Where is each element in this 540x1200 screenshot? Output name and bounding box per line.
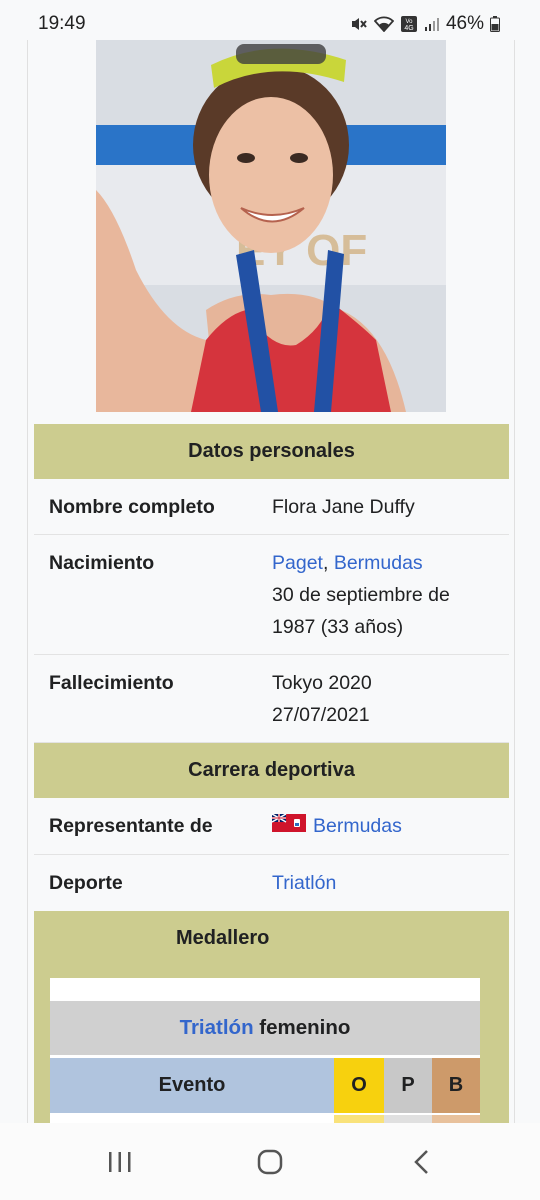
recents-icon[interactable] [100,1147,140,1177]
medal-category-suffix: femenino [253,1016,351,1039]
row-label: Deporte [49,872,123,894]
row-represents: Representante de Bermudas [34,798,509,855]
row-full-name: Nombre completo Flora Jane Duffy [34,479,509,535]
medal-category-row: Triatlón femenino [50,1001,480,1055]
separator: , [322,552,334,574]
column-header-silver: P [384,1058,432,1113]
home-icon[interactable] [250,1147,290,1177]
column-header-bronze: B [432,1058,480,1113]
infobox: Datos personales Nombre completo Flora J… [34,424,509,1123]
row-birth: Nacimiento Paget, Bermudas 30 de septiem… [34,535,509,655]
row-death: Fallecimiento Tokyo 2020 27/07/2021 [34,655,509,743]
section-header-career: Carrera deportiva [34,743,509,798]
row-value: Triatlón [272,867,509,911]
row-value: Tokyo 2020 27/07/2021 [272,667,509,742]
medal-header-row: Evento O P B [50,1058,480,1113]
battery-percent: 46% [445,13,484,34]
article-page: EY OF Datos personales Nombre completo F… [27,40,515,1123]
navigation-bar [0,1123,540,1200]
sport-link[interactable]: Triatlón [272,872,336,894]
bermuda-flag-icon [271,810,306,842]
medal-row-partial [50,1115,480,1123]
row-label: Representante de [49,815,213,837]
row-label: Nombre completo [49,496,215,518]
section-header-personal: Datos personales [34,424,509,479]
svg-text:4G: 4G [404,25,413,32]
medal-table: Triatlón femenino Evento O P B [50,978,480,1123]
status-bar: 19:49 Vo 4G 46% [0,0,540,40]
row-value: Flora Jane Duffy [272,496,415,518]
row-label: Nacimiento [49,552,155,574]
death-value-2: 27/07/2021 [272,704,370,726]
back-icon[interactable] [402,1147,442,1177]
mute-icon [350,15,368,33]
signal-icon [424,16,440,32]
column-header-gold: O [334,1058,384,1113]
network-4g-icon: Vo 4G [400,15,418,33]
birth-date: 30 de septiembre de [272,584,450,606]
medal-section: Medallero Triatlón femenino Evento O P B [34,911,509,1123]
battery-icon [490,16,500,32]
birth-country-link[interactable]: Bermudas [334,552,423,574]
birth-date-age: 1987 (33 años) [272,616,404,638]
medal-category-link[interactable]: Triatlón [180,1016,254,1040]
row-sport: Deporte Triatlón [34,855,509,911]
country-link[interactable]: Bermudas [313,810,402,842]
row-label: Fallecimiento [49,672,174,694]
status-icons: Vo 4G 46% [350,13,500,35]
athlete-photo[interactable]: EY OF [96,40,446,412]
wifi-icon [373,16,394,32]
death-value-1: Tokyo 2020 [272,672,372,694]
row-value: Paget, Bermudas 30 de septiembre de 1987… [272,547,509,654]
status-time: 19:49 [38,13,86,34]
medal-table-title: Medallero [176,927,270,949]
birth-city-link[interactable]: Paget [272,552,323,574]
row-value: Bermudas [271,810,509,842]
column-header-event: Evento [50,1058,334,1113]
